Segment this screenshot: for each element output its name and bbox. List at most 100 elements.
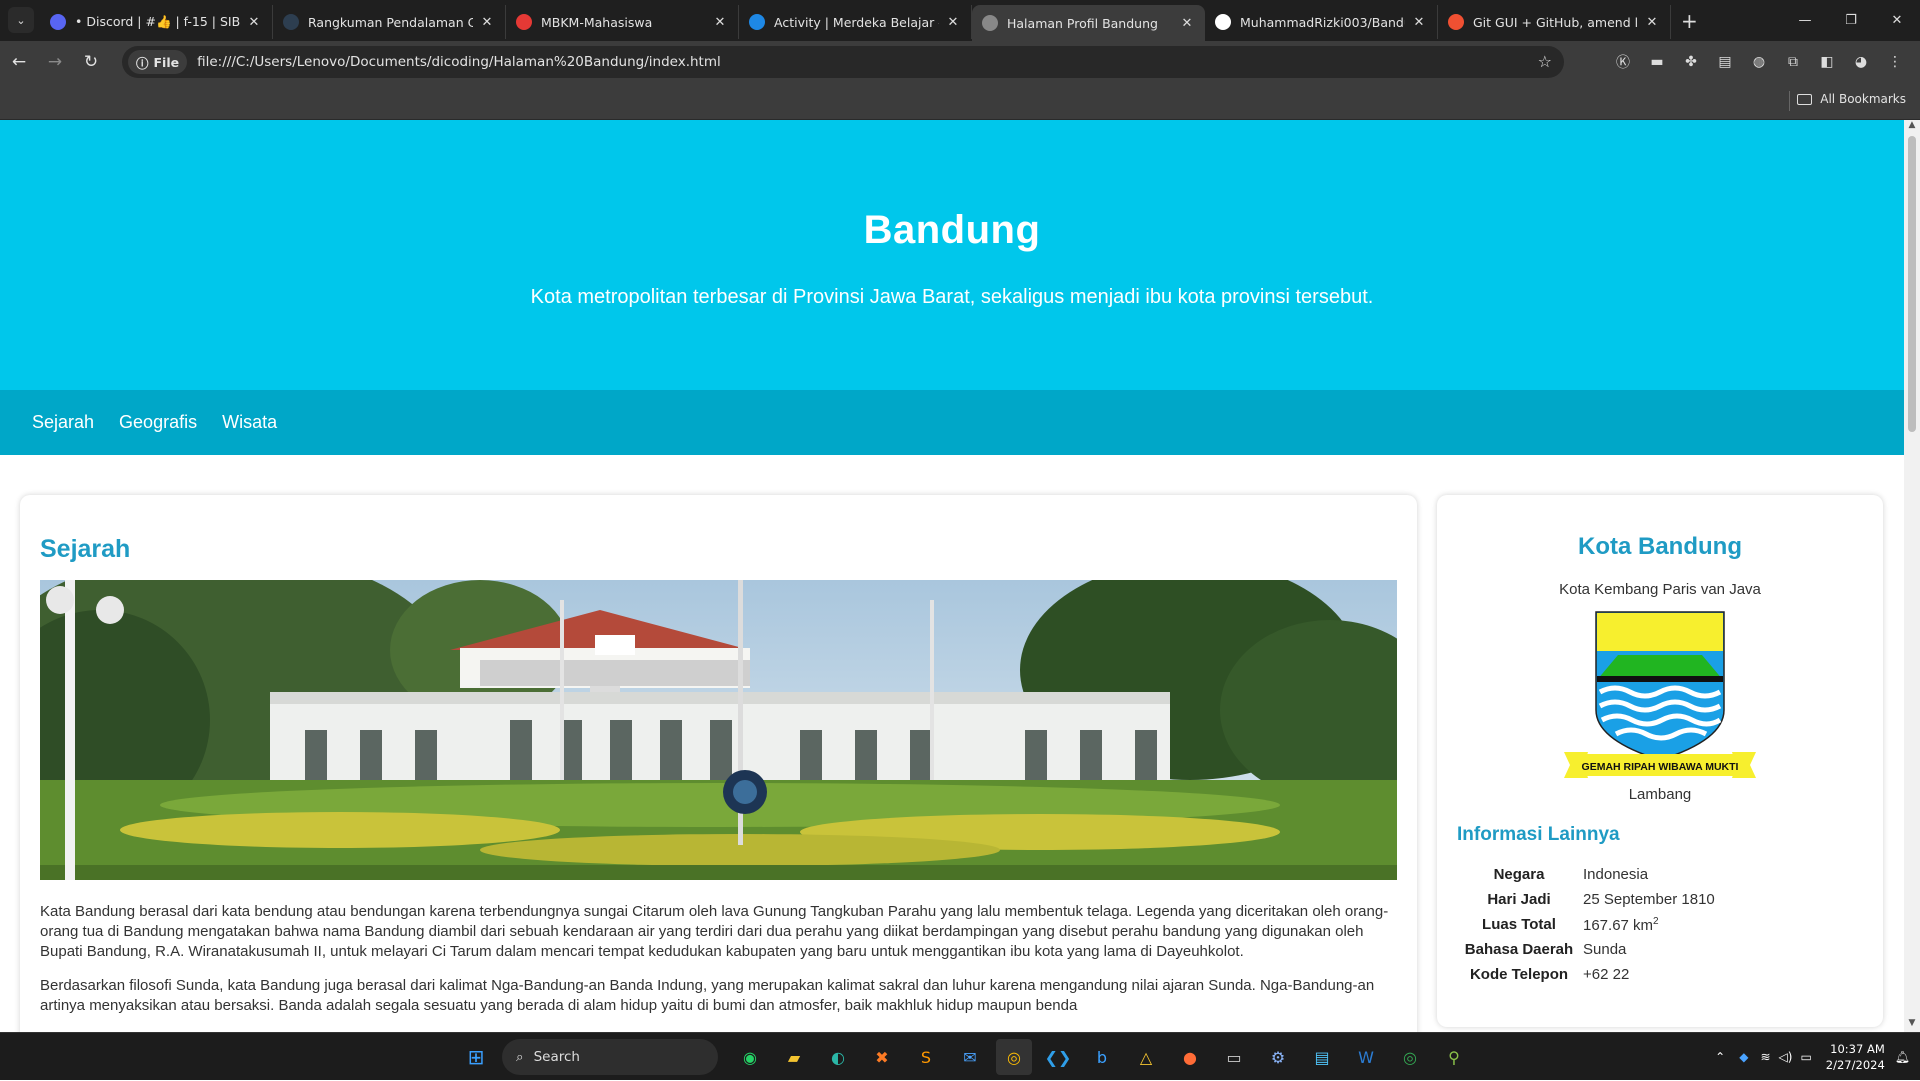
- close-window-icon[interactable]: ✕: [1874, 0, 1920, 40]
- settings-gear-icon[interactable]: ⚙: [1260, 1039, 1296, 1075]
- tab-title: Rangkuman Pendalaman CSS | D: [308, 14, 473, 30]
- vscode-icon[interactable]: ❮❯: [1040, 1039, 1076, 1075]
- tab-close-icon[interactable]: ✕: [1411, 15, 1427, 30]
- notepad-icon[interactable]: ▤: [1304, 1039, 1340, 1075]
- url-text[interactable]: file:///C:/Users/Lenovo/Documents/dicodi…: [197, 54, 721, 70]
- info-row: Negara Indonesia: [1457, 862, 1863, 887]
- sublime-icon[interactable]: S: [908, 1039, 944, 1075]
- bing-icon[interactable]: b: [1084, 1039, 1120, 1075]
- tray-security-icon[interactable]: ◆: [1739, 1050, 1748, 1064]
- info-row: Kode Telepon +62 22: [1457, 962, 1863, 987]
- tab-close-icon[interactable]: ✕: [479, 15, 495, 30]
- git-tool-icon[interactable]: ⚲: [1436, 1039, 1472, 1075]
- article-paragraph: Kata Bandung berasal dari kata bendung a…: [40, 903, 1389, 960]
- windows-taskbar: ⊞ ⌕ Search ◉ ▰ ◐ ✖ S ✉ ◎ ❮❯ b △ ● ▭ ⚙ ▤ W…: [0, 1032, 1920, 1080]
- word-icon[interactable]: W: [1348, 1039, 1384, 1075]
- start-windows-icon[interactable]: ⊞: [458, 1039, 494, 1075]
- github-icon: [1215, 14, 1231, 30]
- notification-bell-icon[interactable]: 🔔︎: [1895, 1050, 1910, 1064]
- discord-icon: [50, 14, 66, 30]
- main-nav: Sejarah Geografis Wisata: [0, 390, 1904, 455]
- bookmark-star-icon[interactable]: ☆: [1538, 52, 1552, 71]
- info-row: Hari Jadi 25 September 1810: [1457, 887, 1863, 912]
- area-unit-superscript: 2: [1653, 915, 1659, 927]
- terminal-icon[interactable]: ▭: [1216, 1039, 1252, 1075]
- site-info-chip[interactable]: ⓘ File: [128, 50, 188, 74]
- edge-icon[interactable]: ◐: [820, 1039, 856, 1075]
- globe-icon: [982, 15, 998, 31]
- profile-heading: Kota Bandung: [1578, 533, 1742, 560]
- kampus-merdeka-icon: [749, 14, 765, 30]
- scroll-down-arrow-icon[interactable]: ▼: [1904, 1018, 1920, 1032]
- chrome-active-icon[interactable]: ◎: [996, 1039, 1032, 1075]
- tray-chevron-icon[interactable]: ⌃: [1715, 1050, 1725, 1064]
- browser-tab[interactable]: Rangkuman Pendalaman CSS | D ✕: [273, 5, 506, 39]
- tab-close-icon[interactable]: ✕: [945, 15, 961, 30]
- browser-tab[interactable]: Git GUI + GitHub, amend last c ✕: [1438, 5, 1671, 39]
- photo-illustration: [40, 580, 1397, 880]
- browser-tab[interactable]: MBKM-Mahasiswa ✕: [506, 5, 739, 39]
- tab-title: Activity | Merdeka Belajar - Kam: [774, 14, 939, 30]
- page-scrollbar[interactable]: ▲ ▼: [1904, 120, 1920, 1032]
- tab-close-icon[interactable]: ✕: [246, 15, 262, 30]
- browser-menu-icon[interactable]: ⋮: [1878, 46, 1912, 78]
- scroll-up-arrow-icon[interactable]: ▲: [1904, 120, 1920, 134]
- battery-icon[interactable]: ▭: [1800, 1050, 1811, 1064]
- tab-title: • Discord | #👍 | f-15 | SIB Dicod: [75, 14, 240, 29]
- info-value-area: 167.67 km2: [1581, 916, 1659, 934]
- whatsapp-icon[interactable]: ◉: [732, 1039, 768, 1075]
- forward-button[interactable]: →: [38, 45, 72, 79]
- browser-tab[interactable]: • Discord | #👍 | f-15 | SIB Dicod ✕: [40, 5, 273, 39]
- taskbar-search[interactable]: ⌕ Search: [502, 1039, 718, 1075]
- wifi-icon[interactable]: ≋: [1760, 1050, 1770, 1064]
- postman-icon[interactable]: ●: [1172, 1039, 1208, 1075]
- info-heading: Informasi Lainnya: [1457, 824, 1620, 845]
- hero-header: Bandung Kota metropolitan terbesar di Pr…: [0, 120, 1904, 390]
- nav-link-sejarah[interactable]: Sejarah: [32, 412, 94, 433]
- bookmarks-bar: All Bookmarks: [0, 83, 1920, 120]
- extension-color-icon[interactable]: ✤: [1674, 46, 1708, 78]
- taskbar-clock[interactable]: 10:37 AM 2/27/2024: [1826, 1041, 1885, 1073]
- extension-doc-icon[interactable]: ▤: [1708, 46, 1742, 78]
- browser-tab[interactable]: Halaman Profil Bandung ✕: [972, 5, 1205, 41]
- extension-dark-icon[interactable]: ▬: [1640, 46, 1674, 78]
- tab-search-button[interactable]: ⌄: [8, 7, 34, 33]
- bandung-emblem: GEMAH RIPAH WIBAWA MUKTI: [1564, 611, 1756, 778]
- tab-close-icon[interactable]: ✕: [712, 15, 728, 30]
- tab-close-icon[interactable]: ✕: [1644, 15, 1660, 30]
- restore-icon[interactable]: ❐: [1828, 0, 1874, 40]
- minimize-icon[interactable]: —: [1782, 0, 1828, 40]
- info-key: Hari Jadi: [1487, 891, 1551, 908]
- tab-close-icon[interactable]: ✕: [1179, 16, 1195, 31]
- extensions-puzzle-icon[interactable]: ⧉: [1776, 46, 1810, 78]
- tab-strip: ⌄ • Discord | #👍 | f-15 | SIB Dicod✕Rang…: [0, 0, 1920, 41]
- reload-button[interactable]: ↻: [74, 45, 108, 79]
- new-tab-button[interactable]: +: [1681, 9, 1698, 33]
- nav-link-wisata[interactable]: Wisata: [222, 412, 277, 433]
- browser-tab[interactable]: MuhammadRizki003/Bandung ✕: [1205, 5, 1438, 39]
- address-bar[interactable]: ⓘ File file:///C:/Users/Lenovo/Documents/…: [122, 46, 1564, 78]
- all-bookmarks-button[interactable]: All Bookmarks: [1797, 92, 1906, 106]
- scrollbar-thumb[interactable]: [1908, 136, 1916, 432]
- browser-tab[interactable]: Activity | Merdeka Belajar - Kam ✕: [739, 5, 972, 39]
- xampp-icon[interactable]: ✖: [864, 1039, 900, 1075]
- window-controls: — ❐ ✕: [1782, 0, 1920, 40]
- browser-toolbar: ← → ↻ ⓘ File file:///C:/Users/Lenovo/Docu…: [0, 41, 1920, 83]
- back-button[interactable]: ←: [2, 45, 36, 79]
- extension-circle-icon[interactable]: ◍: [1742, 46, 1776, 78]
- info-key: Bahasa Daerah: [1464, 941, 1574, 958]
- extension-k-icon[interactable]: Ⓚ: [1606, 46, 1640, 78]
- tab-title: MuhammadRizki003/Bandung: [1240, 14, 1405, 30]
- profile-avatar-icon[interactable]: ◕: [1844, 46, 1878, 78]
- info-key: Kode Telepon: [1469, 966, 1569, 983]
- volume-icon[interactable]: ◁): [1779, 1050, 1793, 1064]
- chrome-profile-icon[interactable]: ◎: [1392, 1039, 1428, 1075]
- mail-icon[interactable]: ✉: [952, 1039, 988, 1075]
- profile-card: Kota Bandung Kota Kembang Paris van Java…: [1437, 495, 1883, 1027]
- nav-link-geografis[interactable]: Geografis: [119, 412, 197, 433]
- article-card: Sejarah Kata Bandung berasal dari kata b…: [20, 495, 1417, 1032]
- article-heading: Sejarah: [40, 535, 131, 563]
- side-panel-icon[interactable]: ◧: [1810, 46, 1844, 78]
- file-explorer-icon[interactable]: ▰: [776, 1039, 812, 1075]
- arduino-warning-icon[interactable]: △: [1128, 1039, 1164, 1075]
